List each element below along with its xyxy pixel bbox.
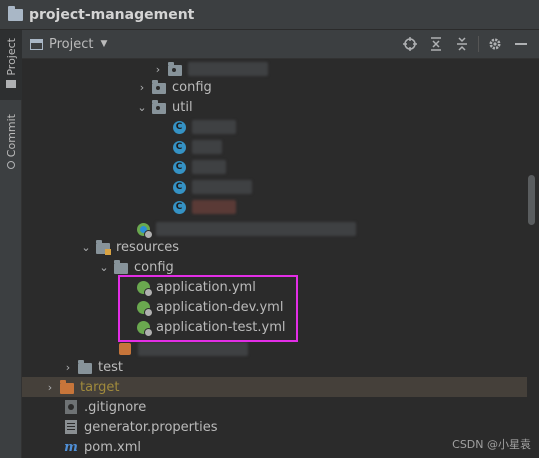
blurred-name xyxy=(188,62,268,76)
view-selector[interactable]: Project ▼ xyxy=(30,37,107,52)
tree-row-util-package[interactable]: ⌄ util xyxy=(22,97,527,117)
tree-row-label: .gitignore xyxy=(84,399,147,415)
class-icon: C xyxy=(172,180,186,194)
caret-down-icon: ▼ xyxy=(100,39,108,49)
tree-row-test[interactable]: › test xyxy=(22,357,527,377)
tree-row-generator-properties[interactable]: generator.properties xyxy=(22,417,527,437)
project-tool-tab-label: Project xyxy=(4,38,18,76)
project-tree: › › config ⌄ util C C C C C ⌄ resources … xyxy=(22,59,527,458)
commit-tool-tab-label: Commit xyxy=(4,114,18,158)
blurred-name xyxy=(156,222,356,236)
class-icon: C xyxy=(172,140,186,154)
panel-toolbar xyxy=(394,30,531,58)
title-bar: project-management xyxy=(0,0,539,30)
tree-row-class[interactable]: C xyxy=(22,177,527,197)
tree-row-yml[interactable]: application-test.yml xyxy=(22,317,527,337)
tree-row-label: pom.xml xyxy=(84,439,141,455)
class-icon: C xyxy=(172,160,186,174)
tree-row-label: generator.properties xyxy=(84,419,218,435)
tree-row-resources[interactable]: ⌄ resources xyxy=(22,237,527,257)
tree-row-yml[interactable]: application.yml xyxy=(22,277,527,297)
tree-row-application-class[interactable] xyxy=(22,219,527,239)
tree-row-label: target xyxy=(80,379,120,395)
project-view-icon xyxy=(30,38,43,50)
excluded-folder-icon xyxy=(60,379,74,394)
xml-file-icon xyxy=(118,342,132,356)
tree-row-class[interactable]: C xyxy=(22,137,527,157)
tree-row-label: config xyxy=(134,259,174,275)
tree-row-label: application-test.yml xyxy=(156,319,286,335)
spring-config-icon xyxy=(136,280,153,297)
folder-icon xyxy=(114,259,128,274)
resources-folder-icon xyxy=(96,239,111,255)
tree-row-yml[interactable]: application-dev.yml xyxy=(22,297,527,317)
blurred-name xyxy=(192,160,226,174)
tree-row-resources-config[interactable]: ⌄ config xyxy=(22,257,527,277)
commit-tool-tab[interactable]: Commit xyxy=(0,110,22,180)
maven-icon: m xyxy=(64,439,78,455)
chevron-down-icon[interactable]: ⌄ xyxy=(136,101,148,114)
collapse-all-icon[interactable] xyxy=(452,34,472,54)
tree-row-label: application-dev.yml xyxy=(156,299,284,315)
spring-config-icon xyxy=(136,320,153,337)
tree-row-xml-file[interactable] xyxy=(22,339,527,359)
project-folder-icon xyxy=(8,5,23,21)
package-icon xyxy=(168,61,182,76)
gitignore-file-icon xyxy=(64,400,78,414)
chevron-right-icon[interactable]: › xyxy=(136,81,148,94)
tree-row-label: application.yml xyxy=(156,279,256,295)
blurred-name xyxy=(192,180,252,194)
blurred-name xyxy=(138,342,248,356)
gear-icon[interactable] xyxy=(485,34,505,54)
locate-target-icon[interactable] xyxy=(400,34,420,54)
tree-row-target[interactable]: › target xyxy=(22,377,527,397)
chevron-right-icon[interactable]: › xyxy=(152,63,164,76)
chevron-right-icon[interactable]: › xyxy=(62,361,74,374)
watermark: CSDN @小星袁 xyxy=(452,438,531,451)
tree-row-label: config xyxy=(172,79,212,95)
tree-row-label: test xyxy=(98,359,123,375)
folder-icon xyxy=(78,359,92,374)
tree-row-config-package[interactable]: › config xyxy=(22,77,527,97)
spring-boot-app-icon xyxy=(136,222,153,239)
toolbar-divider xyxy=(478,36,479,52)
class-icon: C xyxy=(172,200,186,214)
blurred-name xyxy=(192,140,222,154)
spring-config-icon xyxy=(136,300,153,317)
tree-row-gitignore[interactable]: .gitignore xyxy=(22,397,527,417)
tree-row-class[interactable]: C xyxy=(22,117,527,137)
class-icon: C xyxy=(172,120,186,134)
commit-icon xyxy=(7,161,15,170)
package-icon xyxy=(152,79,166,94)
tree-row-label: util xyxy=(172,99,193,115)
chevron-right-icon[interactable]: › xyxy=(44,381,56,394)
tree-row-blurred-package[interactable]: › xyxy=(22,59,527,79)
tree-row-class[interactable]: C xyxy=(22,197,527,217)
tree-row-class[interactable]: C xyxy=(22,157,527,177)
expand-all-icon[interactable] xyxy=(426,34,446,54)
chevron-down-icon[interactable]: ⌄ xyxy=(80,241,92,254)
folder-icon xyxy=(6,79,16,88)
project-panel-header: Project ▼ xyxy=(22,30,539,59)
blurred-name xyxy=(192,120,236,134)
project-tool-tab[interactable]: Project xyxy=(0,30,22,100)
minimize-panel-icon[interactable] xyxy=(511,34,531,54)
properties-file-icon xyxy=(64,420,78,434)
tree-row-label: resources xyxy=(116,239,180,255)
left-tool-strip: Project Commit xyxy=(0,30,22,458)
vertical-scrollbar[interactable] xyxy=(528,175,535,225)
package-icon xyxy=(152,99,166,114)
chevron-down-icon[interactable]: ⌄ xyxy=(98,261,110,274)
view-selector-label: Project xyxy=(49,36,94,52)
window-title: project-management xyxy=(29,6,195,23)
blurred-name xyxy=(192,200,236,214)
